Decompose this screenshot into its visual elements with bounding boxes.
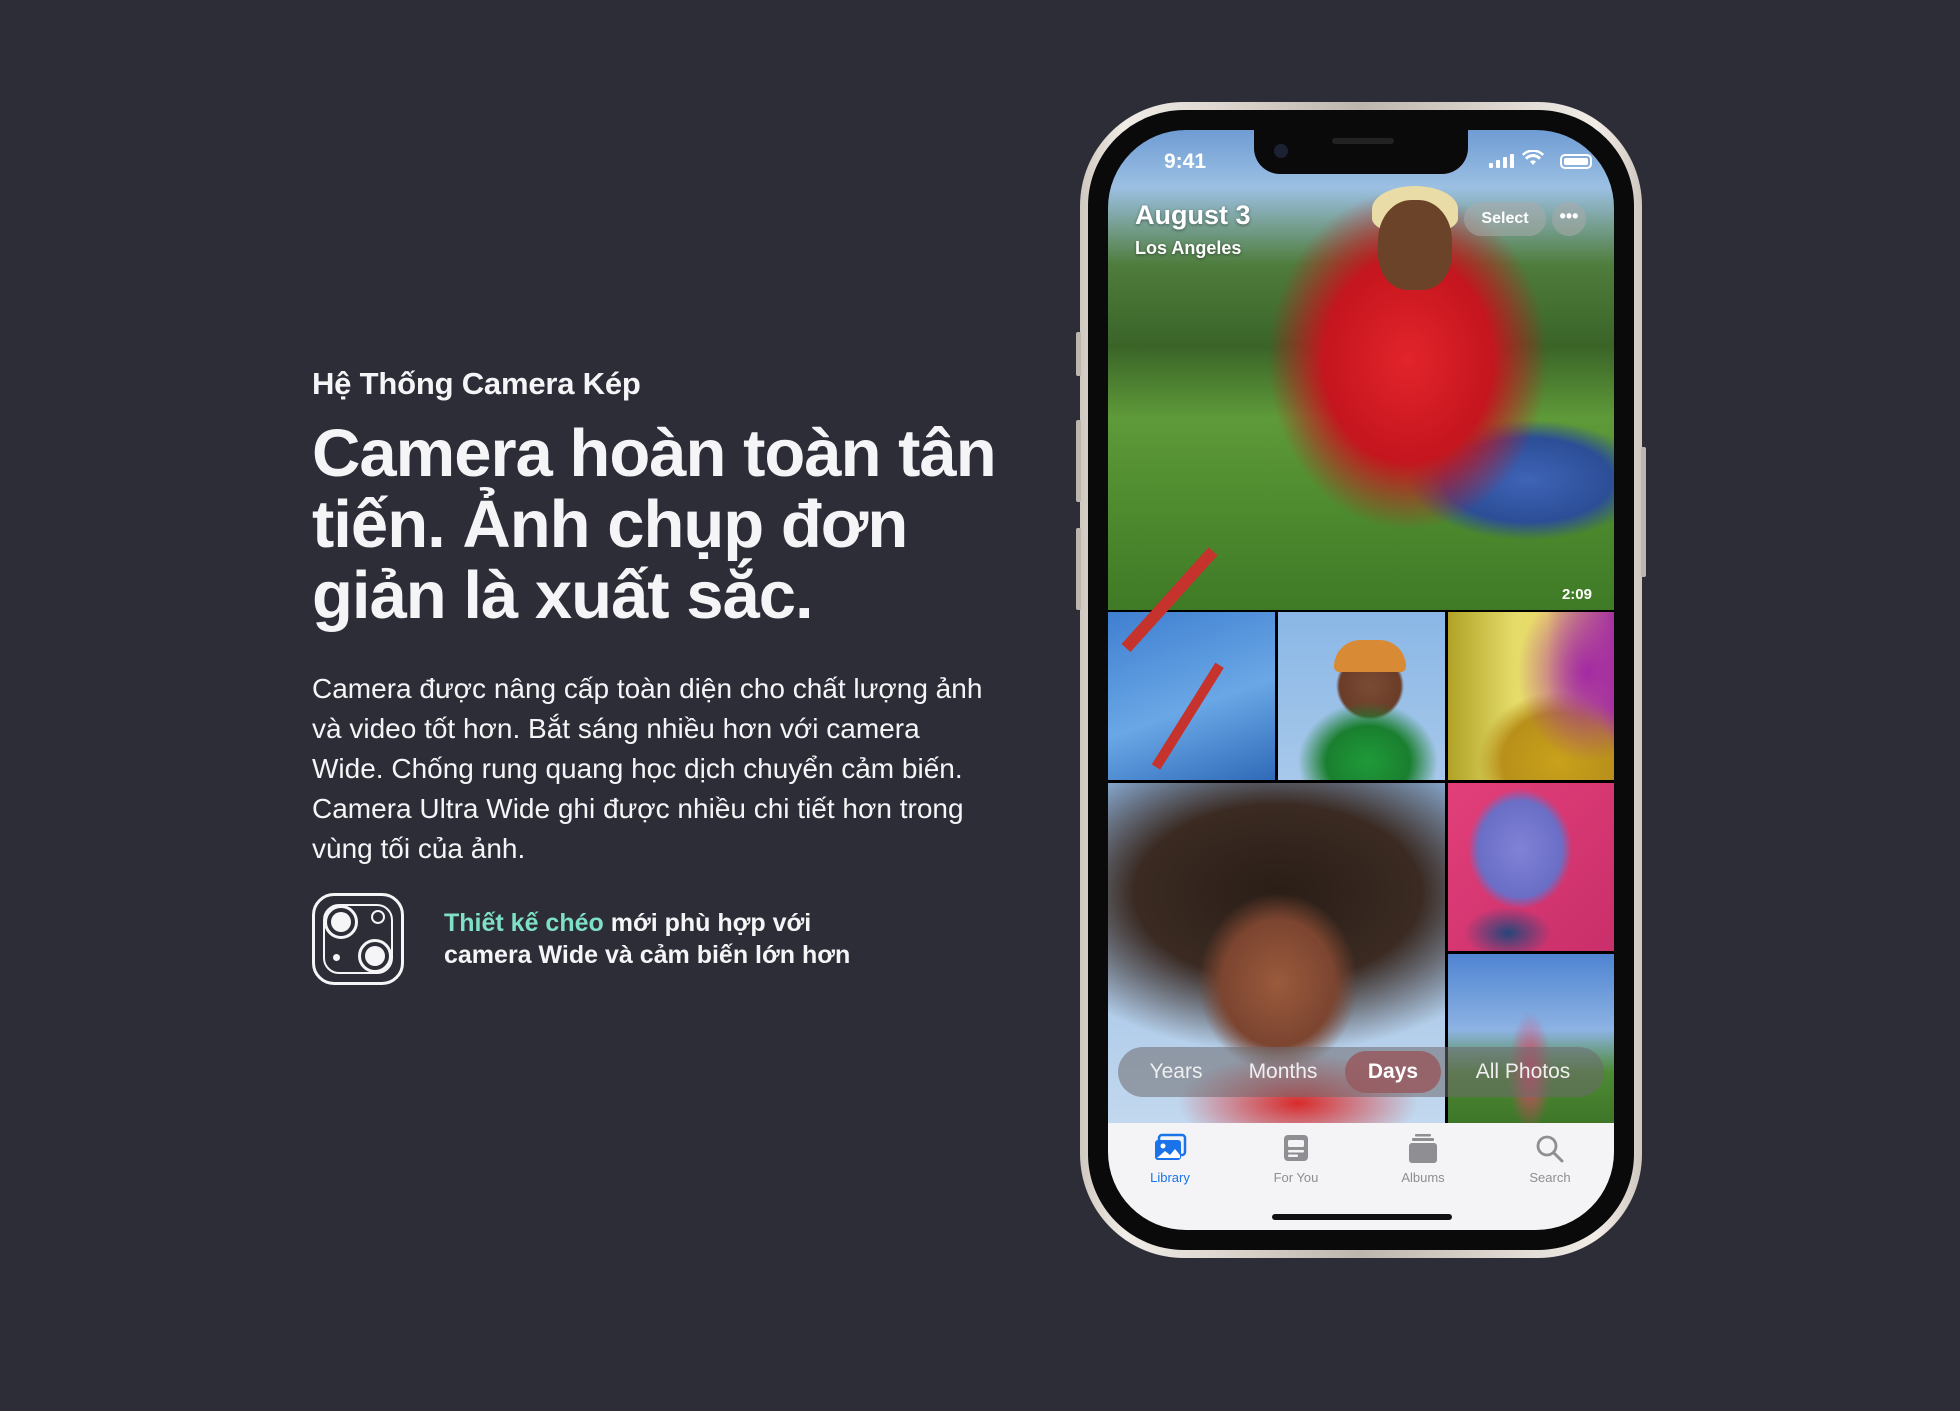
marketing-copy: Hệ Thống Camera Kép Camera hoàn toàn tân… xyxy=(312,366,1032,869)
segment-all-photos[interactable]: All Photos xyxy=(1448,1047,1598,1097)
tab-for-you-label: For You xyxy=(1273,1170,1319,1185)
photos-location: Los Angeles xyxy=(1135,238,1242,258)
photo-thumbnail[interactable] xyxy=(1448,954,1614,1123)
tab-for-you[interactable]: For You xyxy=(1251,1131,1341,1185)
video-duration: 2:09 xyxy=(1561,586,1592,603)
section-eyebrow: Hệ Thống Camera Kép xyxy=(312,366,641,401)
status-time: 9:41 xyxy=(1164,150,1207,173)
feature-highlight: Thiết kế chéo xyxy=(444,909,604,937)
for-you-icon xyxy=(1278,1131,1314,1167)
photo-library-icon xyxy=(1152,1131,1188,1167)
volume-up-button xyxy=(1076,420,1081,502)
silent-switch xyxy=(1076,332,1081,376)
photo-thumbnail[interactable] xyxy=(1108,547,1275,780)
tab-albums[interactable]: Albums xyxy=(1378,1131,1468,1185)
battery-icon xyxy=(1560,154,1592,169)
segment-years[interactable]: Years xyxy=(1130,1047,1222,1097)
photo-thumbnail[interactable] xyxy=(1448,612,1614,780)
phone-screen: 9:41 August 3 Los Angeles Select ••• 2:0… xyxy=(1108,130,1614,1230)
albums-icon xyxy=(1405,1131,1441,1167)
cellular-signal-icon xyxy=(1489,154,1514,168)
side-button xyxy=(1641,447,1646,577)
photo-thumbnail[interactable] xyxy=(1278,612,1445,780)
home-indicator[interactable] xyxy=(1272,1214,1452,1220)
select-button[interactable]: Select xyxy=(1464,202,1546,236)
library-view-segmented-control: Years Months Days All Photos xyxy=(1118,1047,1604,1097)
tab-albums-label: Albums xyxy=(1401,1170,1445,1185)
segment-days[interactable]: Days xyxy=(1345,1051,1441,1093)
search-icon xyxy=(1532,1131,1568,1167)
iphone-device: 9:41 August 3 Los Angeles Select ••• 2:0… xyxy=(1076,102,1646,1258)
feature-callout: Thiết kế chéo mới phù hợp với camera Wid… xyxy=(312,893,864,985)
photos-date-title: August 3 xyxy=(1135,200,1251,230)
volume-down-button xyxy=(1076,528,1081,610)
section-body: Camera được nâng cấp toàn diện cho chất … xyxy=(312,673,983,864)
more-options-button[interactable]: ••• xyxy=(1552,202,1586,236)
dual-camera-icon xyxy=(312,893,404,985)
notch xyxy=(1254,130,1468,174)
tab-search[interactable]: Search xyxy=(1505,1131,1595,1185)
tab-library-label: Library xyxy=(1150,1170,1190,1185)
wifi-icon xyxy=(1522,149,1544,168)
tab-library[interactable]: Library xyxy=(1125,1131,1215,1185)
section-headline: Camera hoàn toàn tân tiến. Ảnh chụp đơn … xyxy=(312,416,997,633)
photo-thumbnail[interactable] xyxy=(1448,783,1614,951)
segment-months[interactable]: Months xyxy=(1228,1047,1338,1097)
feature-text: Thiết kế chéo mới phù hợp với camera Wid… xyxy=(444,907,864,971)
tab-search-label: Search xyxy=(1529,1170,1571,1185)
